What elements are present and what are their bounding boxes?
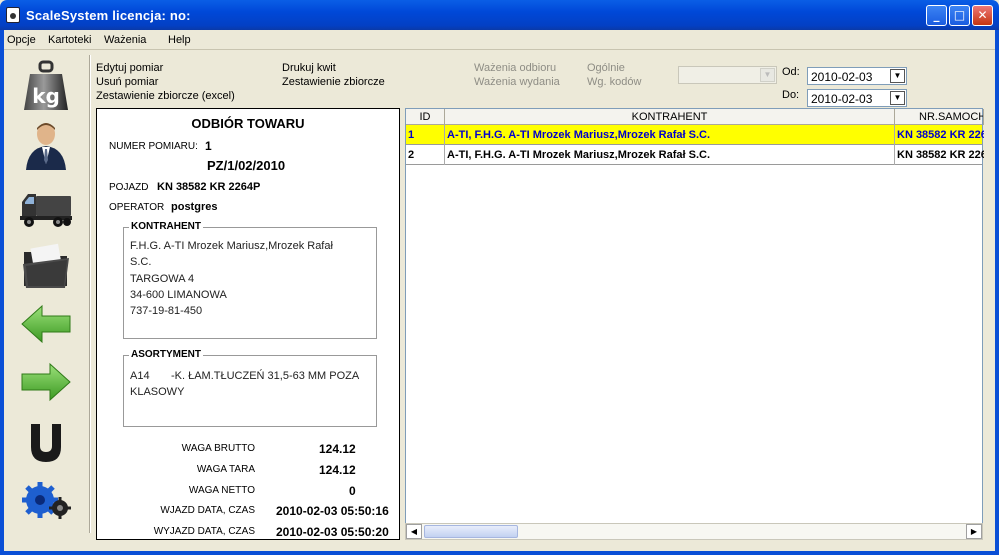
tare-weight-value: 124.12 xyxy=(319,463,356,477)
measurement-number: 1 xyxy=(205,139,212,153)
sidebar-back-button[interactable] xyxy=(17,298,75,350)
gross-weight-label: WAGA BRUTTO xyxy=(181,443,255,454)
window-frame-left xyxy=(0,30,4,555)
assortment-line: A14 -K. ŁAM.TŁUCZEŃ 31,5-63 MM POZA xyxy=(130,370,360,382)
cell-vehicle: KN 38582 KR 2264P xyxy=(897,129,984,141)
vehicle-label: POJAZD xyxy=(109,182,149,193)
column-header-contractor[interactable]: KONTRAHENT xyxy=(445,109,895,125)
table-header: ID KONTRAHENT NR.SAMOCHODU xyxy=(406,109,984,125)
measurements-table[interactable]: ID KONTRAHENT NR.SAMOCHODU 1 A-TI, F.H.G… xyxy=(405,108,984,540)
summary-excel-link[interactable]: Zestawienie zbiorcze (excel) xyxy=(96,90,235,102)
cell-contractor: A-TI, F.H.G. A-TI Mrozek Mariusz,Mrozek … xyxy=(445,125,895,145)
contractor-group-title: KONTRAHENT xyxy=(129,221,203,232)
date-from-value: 2010-02-03 xyxy=(811,70,873,84)
edit-measurement-link[interactable]: Edytuj pomiar xyxy=(96,62,163,74)
arrow-right-icon xyxy=(21,362,71,402)
kg-weight-icon: kg xyxy=(24,60,68,110)
menu-bar: Opcje Kartoteki Ważenia Help xyxy=(0,30,999,50)
column-header-id[interactable]: ID xyxy=(406,109,445,125)
filter-by-codes-link[interactable]: Wg. kodów xyxy=(587,76,641,88)
menu-help[interactable]: Help xyxy=(168,34,191,46)
print-receipt-link[interactable]: Drukuj kwit xyxy=(282,62,336,74)
date-to-label: Do: xyxy=(782,89,800,101)
delete-measurement-link[interactable]: Usuń pomiar xyxy=(96,76,158,88)
window-frame-right xyxy=(995,30,999,555)
cell-id: 2 xyxy=(406,145,445,165)
window-frame-bottom xyxy=(0,551,999,555)
gross-weight-value: 124.12 xyxy=(319,442,356,456)
magnet-icon xyxy=(31,424,61,462)
column-header-vehicle[interactable]: NR.SAMOCHODU xyxy=(895,109,984,125)
filter-general-link[interactable]: Ogólnie xyxy=(587,62,625,74)
cell-contractor: A-TI, F.H.G. A-TI Mrozek Mariusz,Mrozek … xyxy=(445,145,895,165)
chevron-down-icon: ▼ xyxy=(760,68,775,82)
sidebar-weighing-button[interactable]: kg xyxy=(17,60,75,112)
contractor-group: KONTRAHENT F.H.G. A-TI Mrozek Mariusz,Mr… xyxy=(123,221,377,339)
contractor-line: F.H.G. A-TI Mrozek Mariusz,Mrozek Rafał xyxy=(130,240,333,252)
scroll-thumb[interactable] xyxy=(424,525,518,538)
code-select[interactable]: ▼ xyxy=(678,66,777,84)
vehicle-value: KN 38582 KR 2264P xyxy=(157,181,261,193)
date-from-picker[interactable]: 2010-02-03 ▼ xyxy=(807,67,907,85)
operator-label: OPERATOR xyxy=(109,202,165,213)
assortment-group: ASORTYMENT A14 -K. ŁAM.TŁUCZEŃ 31,5-63 M… xyxy=(123,349,377,427)
window-title: ScaleSystem licencja: no: xyxy=(26,8,191,23)
chevron-down-icon: ▼ xyxy=(890,91,905,105)
date-from-label: Od: xyxy=(782,66,800,78)
menu-kartoteki[interactable]: Kartoteki xyxy=(48,34,91,46)
sidebar-operator-button[interactable] xyxy=(17,120,75,172)
contractor-line: 737-19-81-450 xyxy=(130,305,203,317)
contractor-line: S.C. xyxy=(130,256,152,268)
exit-datetime-value: 2010-02-03 05:50:20 xyxy=(276,525,389,539)
svg-text:kg: kg xyxy=(32,84,60,108)
assortment-group-title: ASORTYMENT xyxy=(129,349,203,360)
menu-wazenia[interactable]: Ważenia xyxy=(104,34,146,46)
contractor-line: TARGOWA 4 xyxy=(130,273,195,285)
net-weight-label: WAGA NETTO xyxy=(188,485,255,496)
receipt-panel: ODBIÓR TOWARU NUMER POMIARU: 1 PZ/1/02/2… xyxy=(96,108,400,540)
arrow-left-icon xyxy=(21,304,71,344)
date-to-value: 2010-02-03 xyxy=(811,92,873,106)
maximize-button[interactable]: □ xyxy=(949,5,970,26)
filter-issue-link[interactable]: Ważenia wydania xyxy=(474,76,560,88)
cell-vehicle: KN 38582 KR 2264P xyxy=(897,149,984,161)
close-button[interactable]: ✕ xyxy=(972,5,993,26)
measurement-number-label: NUMER POMIARU: xyxy=(109,141,198,152)
folder-icon xyxy=(23,243,69,288)
tare-weight-label: WAGA TARA xyxy=(196,464,255,475)
scroll-right-button[interactable]: ▶ xyxy=(966,524,982,539)
entry-datetime-value: 2010-02-03 05:50:16 xyxy=(276,504,389,518)
net-weight-value: 0 xyxy=(349,484,356,498)
gears-icon xyxy=(22,482,71,519)
minimize-button[interactable]: _ xyxy=(926,5,947,26)
document-number: PZ/1/02/2010 xyxy=(207,158,286,173)
user-icon xyxy=(26,123,66,170)
operator-value: postgres xyxy=(171,201,218,213)
sidebar-forward-button[interactable] xyxy=(17,356,75,408)
entry-datetime-label: WJAZD DATA, CZAS xyxy=(160,505,255,516)
table-row[interactable]: 2 A-TI, F.H.G. A-TI Mrozek Mariusz,Mroze… xyxy=(406,145,984,165)
assortment-line: KLASOWY xyxy=(130,386,185,398)
receipt-title: ODBIÓR TOWARU xyxy=(191,116,305,131)
summary-link[interactable]: Zestawienie zbiorcze xyxy=(282,76,385,88)
sidebar-settings-button[interactable] xyxy=(17,474,75,526)
exit-datetime-label: WYJAZD DATA, CZAS xyxy=(153,526,255,537)
sidebar-vehicle-button[interactable] xyxy=(17,182,75,234)
sidebar-magnet-button[interactable] xyxy=(17,416,75,468)
table-row[interactable]: 1 A-TI, F.H.G. A-TI Mrozek Mariusz,Mroze… xyxy=(406,125,984,145)
scroll-left-button[interactable]: ◀ xyxy=(406,524,422,539)
sidebar-separator xyxy=(89,55,91,533)
chevron-down-icon: ▼ xyxy=(890,69,905,83)
truck-icon xyxy=(20,194,72,227)
filter-receive-link[interactable]: Ważenia odbioru xyxy=(474,62,556,74)
cell-id: 1 xyxy=(406,125,445,145)
date-to-picker[interactable]: 2010-02-03 ▼ xyxy=(807,89,907,107)
horizontal-scrollbar[interactable]: ◀ ▶ xyxy=(405,523,983,540)
title-bar: ScaleSystem licencja: no: _ □ ✕ xyxy=(0,0,999,30)
contractor-line: 34-600 LIMANOWA xyxy=(130,289,227,301)
app-icon xyxy=(6,7,20,23)
sidebar-folder-button[interactable] xyxy=(17,240,75,292)
menu-opcje[interactable]: Opcje xyxy=(7,34,36,46)
